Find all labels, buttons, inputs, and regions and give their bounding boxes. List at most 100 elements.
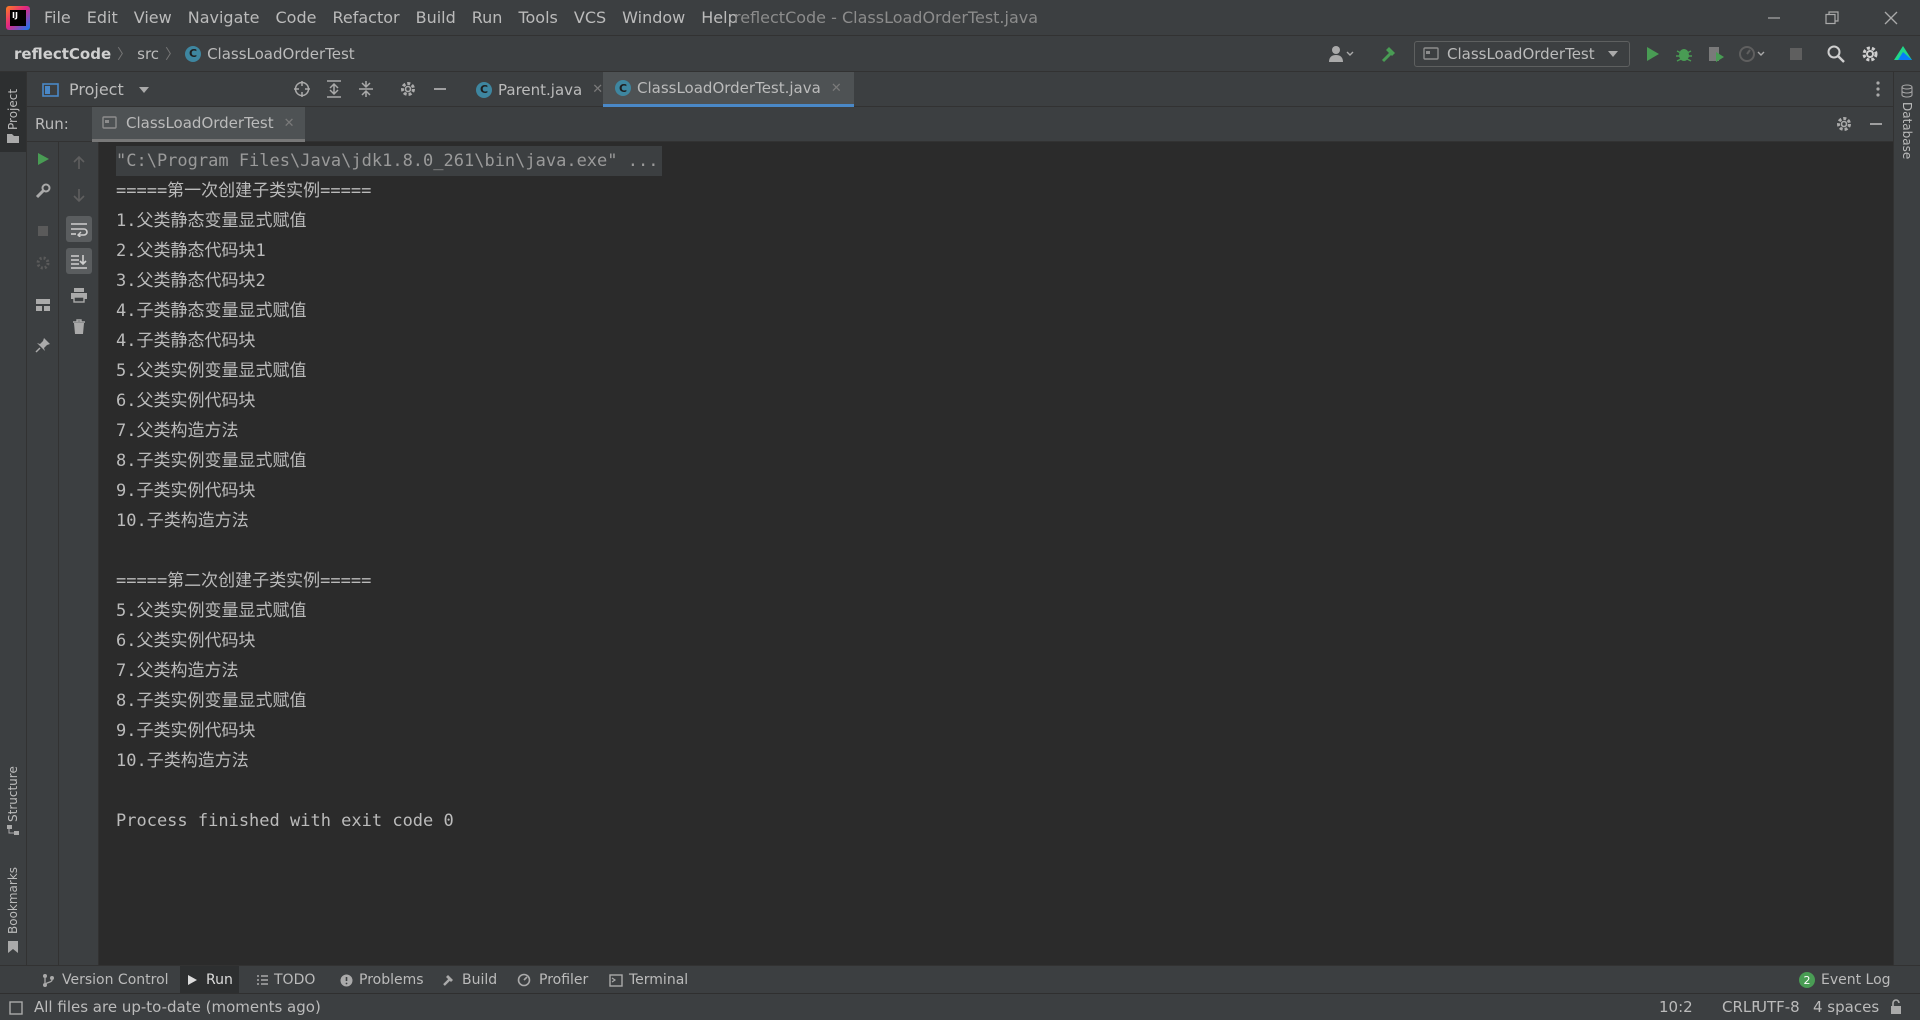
menu-bar: File Edit View Navigate Code Refactor Bu… xyxy=(36,0,746,35)
chevron-down-icon xyxy=(138,86,149,93)
close-window-button[interactable] xyxy=(1862,0,1920,35)
more-tabs-button[interactable] xyxy=(1865,76,1891,102)
tab-label: Event Log xyxy=(1821,972,1891,988)
soft-wrap-icon xyxy=(71,223,88,237)
search-everywhere-button[interactable] xyxy=(1826,44,1846,64)
close-tab-icon[interactable]: ✕ xyxy=(592,82,603,97)
tab-build[interactable]: Build xyxy=(442,966,497,994)
run-config-icon xyxy=(102,116,117,129)
project-panel-header[interactable]: Project xyxy=(42,72,150,107)
dump-threads-button[interactable] xyxy=(30,250,56,276)
pin-tab-button[interactable] xyxy=(30,332,56,358)
java-class-icon: C xyxy=(476,81,492,98)
menu-window[interactable]: Window xyxy=(614,8,693,27)
menu-edit[interactable]: Edit xyxy=(79,8,126,27)
settings-button[interactable] xyxy=(1860,44,1880,64)
edit-configuration-button[interactable] xyxy=(30,178,56,204)
panel-toggle-icon[interactable] xyxy=(9,1001,23,1015)
console-line: 1.父类静态变量显式赋值 xyxy=(116,211,307,231)
restore-layout-button[interactable] xyxy=(30,292,56,318)
menu-refactor[interactable]: Refactor xyxy=(324,8,407,27)
bookmark-icon xyxy=(8,941,18,953)
console-command-line[interactable]: "C:\Program Files\Java\jdk1.8.0_261\bin\… xyxy=(116,146,663,176)
breadcrumb-folder[interactable]: src xyxy=(137,45,159,63)
project-options-button[interactable] xyxy=(395,76,421,102)
run-panel-options-button[interactable] xyxy=(1831,111,1857,137)
close-tab-icon[interactable]: ✕ xyxy=(831,81,842,96)
tab-problems[interactable]: Problems xyxy=(340,966,424,994)
stop-process-button[interactable] xyxy=(30,218,56,244)
file-encoding[interactable]: UTF-8 xyxy=(1756,994,1800,1020)
tab-todo[interactable]: TODO xyxy=(256,966,315,994)
lock-icon[interactable] xyxy=(1890,999,1904,1015)
console-line: 8.子类实例变量显式赋值 xyxy=(116,451,307,471)
menu-build[interactable]: Build xyxy=(408,8,464,27)
tool-window-header: Project C Parent.java ✕ C ClassLoadOrder… xyxy=(27,72,1893,107)
menu-vcs[interactable]: VCS xyxy=(566,8,614,27)
expand-all-button[interactable] xyxy=(321,76,347,102)
menu-tools[interactable]: Tools xyxy=(510,8,565,27)
indent-setting[interactable]: 4 spaces xyxy=(1813,994,1879,1020)
scroll-down-button[interactable] xyxy=(66,182,92,208)
collapse-all-button[interactable] xyxy=(353,76,379,102)
close-tab-icon[interactable]: ✕ xyxy=(284,116,295,131)
tab-label: Build xyxy=(462,972,498,988)
console-output[interactable]: "C:\Program Files\Java\jdk1.8.0_261\bin\… xyxy=(100,142,1893,965)
minimize-button[interactable] xyxy=(1745,0,1803,35)
tab-classloadordertest-java[interactable]: C ClassLoadOrderTest.java ✕ xyxy=(603,72,854,107)
clear-all-button[interactable] xyxy=(66,314,92,340)
caret-position[interactable]: 10:2 xyxy=(1659,994,1693,1020)
toolbox-logo-icon[interactable] xyxy=(1892,44,1912,64)
scroll-to-end-toggle[interactable] xyxy=(66,248,92,274)
debug-bug-icon xyxy=(1676,49,1692,62)
rerun-button[interactable] xyxy=(30,146,56,172)
menu-navigate[interactable]: Navigate xyxy=(180,8,268,27)
line-separator[interactable]: CRLF xyxy=(1722,994,1760,1020)
wrench-icon xyxy=(35,183,51,199)
menu-run[interactable]: Run xyxy=(464,8,511,27)
build-hammer-icon[interactable] xyxy=(1380,44,1400,64)
user-account-icon[interactable] xyxy=(1328,44,1354,64)
run-configuration-dropdown[interactable]: ClassLoadOrderTest xyxy=(1414,41,1630,67)
menu-file[interactable]: File xyxy=(36,8,79,27)
stripe-structure-button[interactable]: Structure xyxy=(0,752,26,842)
stripe-database-button[interactable]: Database xyxy=(1894,82,1920,162)
profile-button[interactable] xyxy=(1738,44,1765,64)
breadcrumb-project[interactable]: reflectCode xyxy=(14,45,111,63)
tab-event-log[interactable]: 2 Event Log xyxy=(1799,966,1891,994)
stop-button[interactable] xyxy=(1786,44,1806,64)
tab-run[interactable]: Run xyxy=(180,966,239,994)
print-button[interactable] xyxy=(66,282,92,308)
restore-button[interactable] xyxy=(1803,0,1861,35)
tab-profiler[interactable]: Profiler xyxy=(517,966,588,994)
soft-wrap-toggle[interactable] xyxy=(66,216,92,242)
intellij-logo-icon[interactable]: IJ xyxy=(6,6,30,30)
run-tab-classloadordertest[interactable]: ClassLoadOrderTest ✕ xyxy=(92,107,305,142)
run-with-coverage-button[interactable] xyxy=(1706,44,1726,64)
java-class-icon: C xyxy=(615,80,631,96)
console-line: 6.父类实例代码块 xyxy=(116,631,256,651)
menu-code[interactable]: Code xyxy=(268,8,325,27)
crosshair-icon xyxy=(294,81,310,97)
run-panel-header: Run: ClassLoadOrderTest ✕ xyxy=(27,107,1893,142)
more-vertical-icon xyxy=(1876,81,1880,97)
stripe-bookmarks-button[interactable]: Bookmarks xyxy=(0,862,26,962)
bug-gear-icon xyxy=(36,256,50,270)
tab-parent-java[interactable]: C Parent.java ✕ xyxy=(464,72,615,107)
stripe-project-button[interactable]: Project xyxy=(0,72,26,152)
console-line: 5.父类实例变量显式赋值 xyxy=(116,361,307,381)
breadcrumb-file[interactable]: ClassLoadOrderTest xyxy=(207,45,355,63)
tab-version-control[interactable]: Version Control xyxy=(42,966,169,994)
menu-view[interactable]: View xyxy=(126,8,180,27)
locate-file-button[interactable] xyxy=(289,76,315,102)
hide-run-panel-button[interactable] xyxy=(1863,111,1889,137)
problems-icon xyxy=(340,974,353,986)
hide-panel-button[interactable] xyxy=(427,76,453,102)
scroll-up-button[interactable] xyxy=(66,150,92,176)
run-tab-label: ClassLoadOrderTest xyxy=(126,114,274,132)
run-button[interactable] xyxy=(1642,44,1662,64)
scroll-to-end-icon xyxy=(71,255,87,269)
tab-terminal[interactable]: Terminal xyxy=(609,966,688,994)
debug-button[interactable] xyxy=(1674,44,1694,64)
